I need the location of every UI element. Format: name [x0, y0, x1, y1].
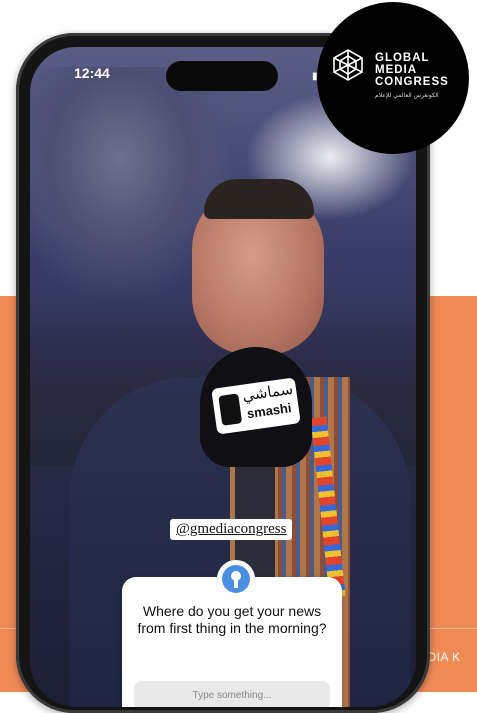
logo-line-1: GLOBAL [375, 52, 430, 64]
answer-input[interactable]: Type something... [134, 681, 330, 707]
mention-sticker[interactable]: @gmediacongress [170, 519, 293, 540]
mic-brand-icon [218, 393, 243, 426]
person-hair [204, 179, 314, 219]
logo-arabic-text: الكونغرس العالمي للإعلام [375, 92, 439, 99]
logo-line-2: MEDIA [375, 64, 418, 76]
logo-mark-icon [333, 49, 363, 81]
global-media-congress-logo: GLOBAL MEDIA CONGRESS الكونغرس العالمي ل… [317, 2, 469, 154]
logo-line-3: CONGRESS [375, 76, 449, 88]
dynamic-island [166, 61, 278, 91]
question-avatar-icon [217, 560, 255, 598]
question-text: Where do you get your news from first th… [137, 603, 327, 636]
microphone-icon [222, 565, 250, 593]
status-time: 12:44 [74, 65, 110, 81]
